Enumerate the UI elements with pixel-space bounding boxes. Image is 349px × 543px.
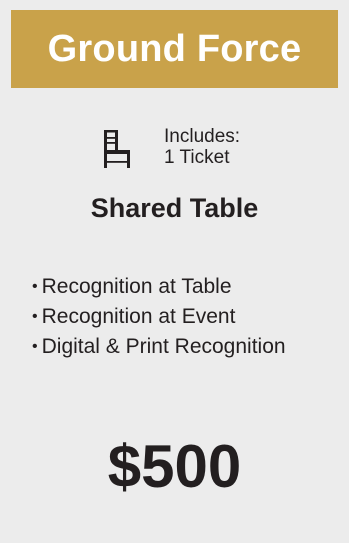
benefit-item: • Recognition at Event bbox=[32, 303, 286, 333]
sponsorship-card: Ground Force Includes: 1 Ticket Shared T… bbox=[0, 0, 349, 543]
benefit-item: • Digital & Print Recognition bbox=[32, 333, 286, 363]
benefits-list: • Recognition at Table • Recognition at Ev… bbox=[32, 273, 286, 363]
benefit-item: • Recognition at Table bbox=[32, 273, 286, 303]
benefit-text: Digital & Print Recognition bbox=[41, 335, 286, 358]
price: $500 bbox=[107, 433, 242, 500]
benefit-text: Recognition at Table bbox=[41, 275, 232, 298]
tier-title: Ground Force bbox=[47, 28, 302, 70]
includes-label: Includes: bbox=[164, 126, 241, 147]
table-type: Shared Table bbox=[90, 193, 259, 223]
bullet-icon: • bbox=[32, 278, 38, 295]
benefit-text: Recognition at Event bbox=[41, 305, 236, 328]
includes-text: Includes: 1 Ticket bbox=[164, 126, 240, 168]
bullet-icon: • bbox=[32, 338, 38, 355]
tier-header: Ground Force bbox=[11, 10, 338, 88]
chair-icon bbox=[104, 130, 130, 168]
includes-section: Includes: 1 Ticket bbox=[100, 126, 240, 170]
ticket-count: 1 Ticket bbox=[164, 147, 230, 168]
bullet-icon: • bbox=[32, 308, 38, 325]
